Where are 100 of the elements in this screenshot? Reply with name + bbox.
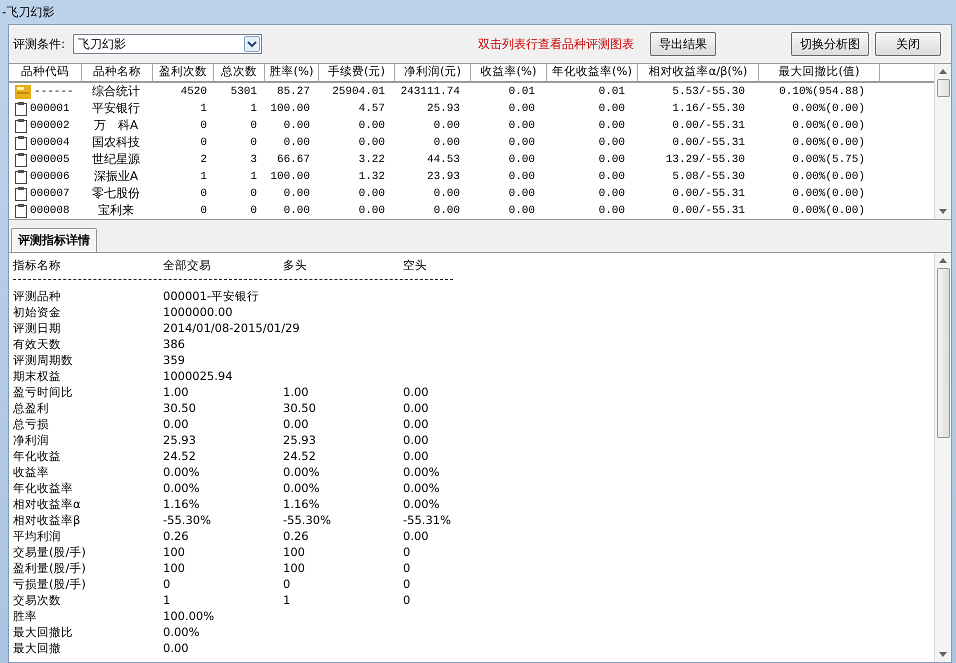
column-header[interactable]: 最大回撤比(值)	[759, 64, 880, 81]
table-cell: 1.32	[358, 170, 385, 182]
table-cell: 0	[250, 136, 257, 148]
scroll-up-icon[interactable]	[939, 69, 947, 74]
scroll-thumb[interactable]	[936, 268, 950, 438]
table-cell: 25904.01	[332, 86, 385, 98]
detail-cell-text: 0.00%	[163, 465, 201, 479]
table-cell: 1	[200, 170, 207, 182]
condition-dropdown[interactable]: 飞刀幻影	[73, 34, 262, 54]
detail-cell-text: 最大回撤比	[13, 624, 74, 640]
detail-cell-text: -55.30%	[163, 513, 212, 527]
column-header[interactable]: 品种名称	[82, 64, 153, 81]
detail-cell-text: 总亏损	[13, 416, 50, 432]
detail-cell-text: 1.16%	[163, 497, 201, 511]
table-cell: 0.00	[508, 102, 535, 114]
detail-cell-text: 0.00%	[403, 465, 441, 479]
column-header[interactable]: 相对收益率α/β(%)	[638, 64, 759, 81]
export-button[interactable]: 导出结果	[650, 32, 716, 56]
table-cell: 25.93	[426, 102, 460, 114]
detail-cell-text: 0.00	[403, 449, 430, 463]
action-button[interactable]: 切换分析图	[791, 32, 869, 56]
condition-label: 评测条件:	[13, 36, 66, 52]
table-cell: 0.00	[508, 154, 535, 166]
detail-cell-text: 0.00	[403, 401, 430, 415]
table-cell: 4520	[180, 86, 207, 98]
table-cell: 世纪星源	[92, 152, 140, 166]
detail-cell-text: 0	[283, 577, 292, 591]
column-header[interactable]: 年化收益率(%)	[547, 64, 638, 81]
table-cell: 0	[200, 204, 207, 216]
table-cell: 0.00	[598, 188, 625, 200]
clipboard-icon	[15, 102, 27, 116]
detail-cell-text: 25.93	[163, 433, 197, 447]
table-cell: 85.27	[276, 86, 310, 98]
tab[interactable]: 评测指标详情	[11, 228, 97, 252]
table-cell: 0.00	[434, 204, 460, 216]
detail-cell-text: 评测品种	[13, 288, 62, 304]
detail-cell-text: 评测日期	[13, 320, 62, 336]
table-cell: 0.00	[284, 188, 310, 200]
detail-cell-text: 0.00	[403, 433, 430, 447]
column-header: 多头	[283, 258, 308, 272]
detail-cell-text: 0.00	[163, 417, 190, 431]
column-header[interactable]: 手续费(元)	[319, 64, 395, 81]
column-header[interactable]: 胜率(%)	[265, 64, 319, 81]
table-cell: 0.00	[284, 204, 310, 216]
column-header[interactable]: 收益率(%)	[471, 64, 547, 81]
column-header[interactable]: 品种代码	[9, 64, 82, 81]
table-cell: 243111.74	[400, 86, 460, 98]
scroll-down-icon[interactable]	[939, 652, 947, 657]
table-cell: 0.00	[598, 102, 625, 114]
table-cell: 000005	[30, 154, 70, 166]
table-cell: 0.01	[508, 86, 535, 98]
table-cell: 0.00%(0.00)	[792, 204, 865, 216]
scroll-up-icon[interactable]	[939, 258, 947, 263]
table-cell: 0.00/-55.31	[672, 136, 745, 148]
detail-cell-text: 1.00	[163, 385, 190, 399]
detail-cell-text: 386	[163, 337, 186, 351]
table-cell: 5.53/-55.30	[672, 86, 745, 98]
table-cell: 4.57	[358, 102, 385, 114]
detail-cell-text: 亏损量(股/手)	[13, 576, 87, 592]
scroll-down-icon[interactable]	[939, 209, 947, 214]
scrollbar[interactable]	[934, 64, 951, 219]
table-cell: 0.00	[434, 120, 460, 132]
column-header[interactable]: 盈利次数	[153, 64, 214, 81]
window-title: -飞刀幻影	[2, 4, 54, 20]
detail-cell-text: 359	[163, 353, 186, 367]
table-cell: 1	[250, 102, 257, 114]
table-cell: 0.00	[508, 170, 535, 182]
detail-cell-text: 1	[163, 593, 172, 607]
table-cell: 0.00/-55.31	[672, 120, 745, 132]
folder-icon	[15, 84, 31, 98]
detail-cell-text: 0	[403, 593, 412, 607]
detail-cell-text: 期末权益	[13, 368, 62, 384]
scroll-thumb[interactable]	[936, 79, 950, 97]
table-cell: 0.00%(0.00)	[792, 136, 865, 148]
detail-cell-text: 0.00	[403, 529, 430, 543]
detail-cell-text: 0.00	[403, 417, 430, 431]
detail-cell-text: 交易次数	[13, 592, 62, 608]
column-header[interactable]: 总次数	[214, 64, 265, 81]
detail-cell-text: 0.00%	[283, 465, 321, 479]
detail-cell-text: 1.00	[283, 385, 310, 399]
table-cell: 0.00%(0.00)	[792, 170, 865, 182]
detail-cell-text: 盈亏时间比	[13, 384, 74, 400]
detail-cell-text: 1.16%	[283, 497, 321, 511]
table-cell: 零七股份	[92, 186, 140, 200]
action-button[interactable]: 关闭	[875, 32, 941, 56]
detail-cell-text: 0.26	[283, 529, 310, 543]
table-cell: 0.00/-55.31	[672, 188, 745, 200]
detail-cell-text: -55.31%	[403, 513, 452, 527]
scrollbar[interactable]	[934, 253, 951, 662]
clipboard-icon	[15, 170, 27, 184]
table-cell: 0.00	[598, 136, 625, 148]
table-cell: 0.10%(954.88)	[779, 86, 865, 98]
detail-cell-text: 30.50	[163, 401, 197, 415]
detail-cell-text: 交易量(股/手)	[13, 544, 87, 560]
detail-cell-text: 0.26	[163, 529, 190, 543]
table-cell: 0.00	[434, 136, 460, 148]
clipboard-icon	[15, 186, 27, 200]
detail-cell-text: 0.00%	[403, 497, 441, 511]
column-header[interactable]: 净利润(元)	[395, 64, 471, 81]
detail-cell-text: 100	[283, 561, 306, 575]
